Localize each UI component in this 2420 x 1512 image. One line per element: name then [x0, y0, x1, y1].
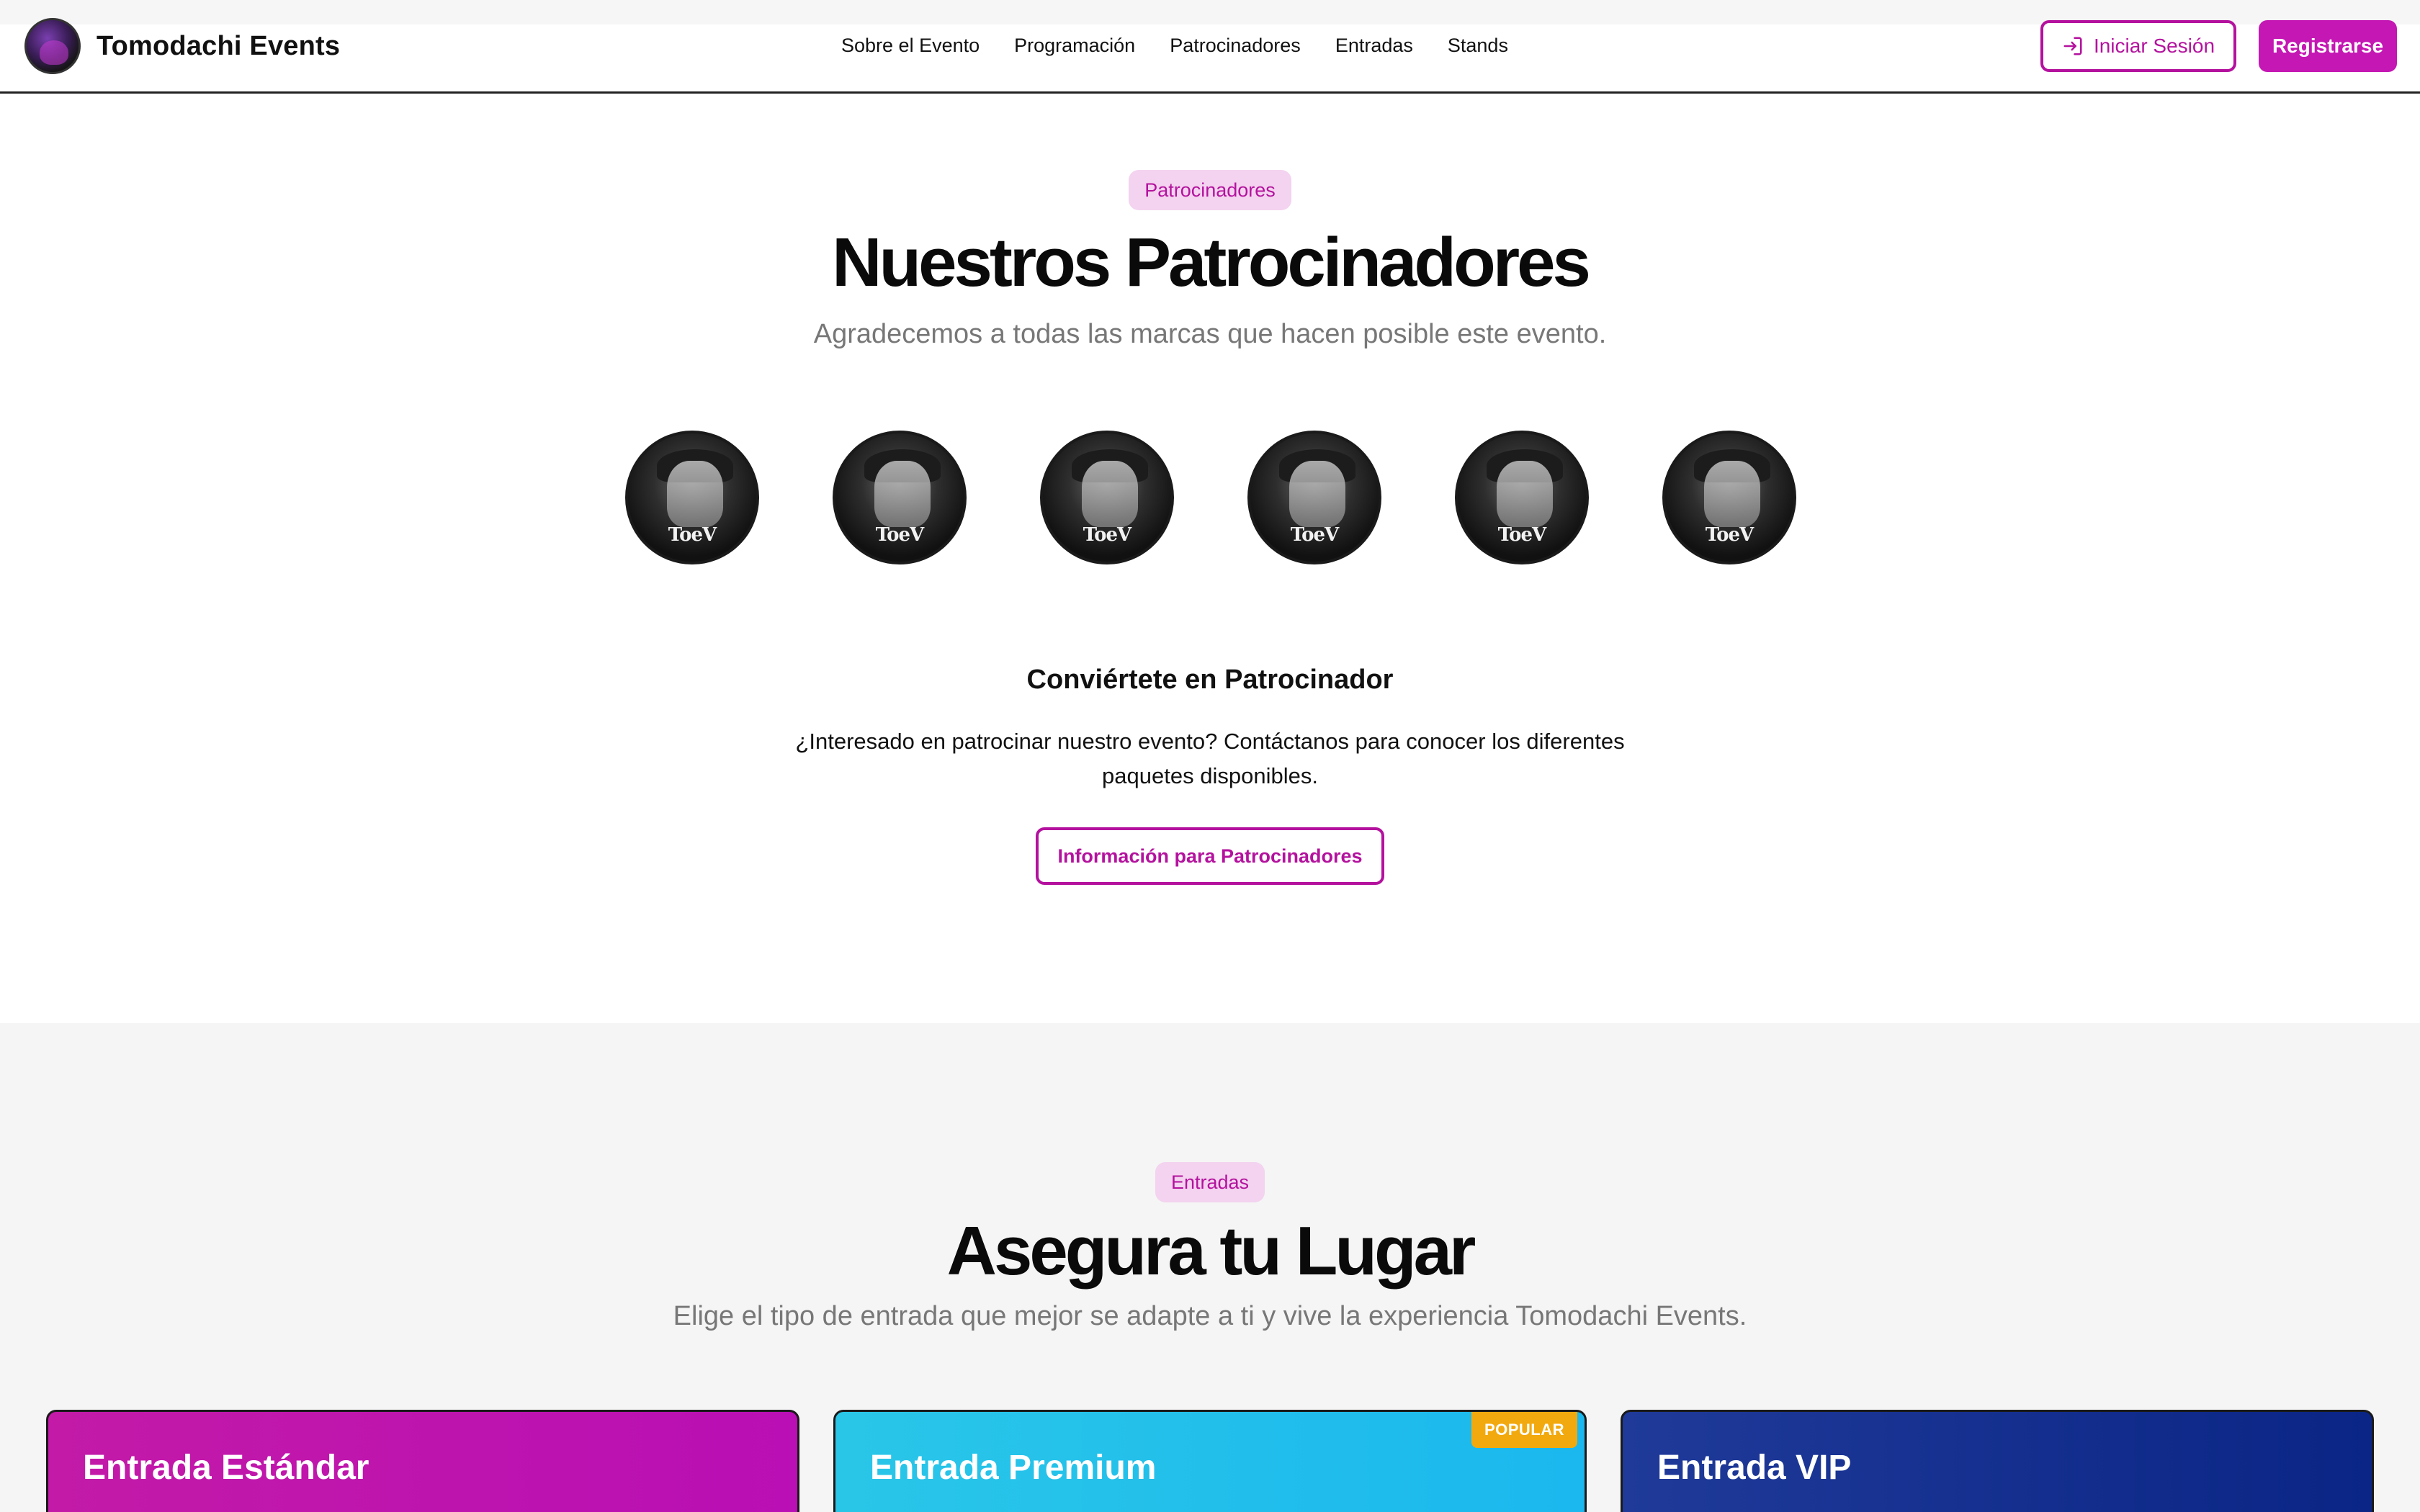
ticket-title-premium: Entrada Premium	[870, 1449, 1157, 1487]
sponsor-figure	[1497, 461, 1553, 527]
popular-badge: POPULAR	[1471, 1412, 1577, 1448]
tickets-subtitle: Elige el tipo de entrada que mejor se ad…	[673, 1301, 1747, 1331]
brand[interactable]: Tomodachi Events	[24, 18, 340, 74]
cta-text-line2: paquetes disponibles.	[1102, 763, 1318, 788]
nav-item-programacion[interactable]: Programación	[1014, 35, 1135, 57]
login-arrow-icon	[2063, 37, 2082, 55]
sponsors-subtitle: Agradecemos a todas las marcas que hacen…	[813, 319, 1607, 349]
login-label: Iniciar Sesión	[2093, 35, 2215, 57]
sponsor-info-label: Información para Patrocinadores	[1057, 845, 1363, 867]
sponsor-info-button[interactable]: Información para Patrocinadores	[1036, 827, 1384, 885]
sponsors-title: Nuestros Patrocinadores	[832, 224, 1591, 301]
ticket-title-vip: Entrada VIP	[1657, 1449, 1852, 1487]
sponsor-logos: ToeV ToeV ToeV ToeV ToeV ToeV	[625, 431, 1796, 564]
sponsor-logo-text: ToeV	[1083, 524, 1131, 546]
sponsor-figure	[667, 461, 723, 527]
tickets-pill: Entradas	[1155, 1162, 1265, 1202]
sponsor-figure	[874, 461, 931, 527]
ticket-card-standard[interactable]: Entrada Estándar	[46, 1410, 799, 1512]
sponsor-logo[interactable]: ToeV	[1662, 431, 1796, 564]
sponsor-logo-text: ToeV	[668, 524, 717, 546]
sponsor-logo[interactable]: ToeV	[1040, 431, 1174, 564]
sponsors-pill-wrap: Patrocinadores	[0, 170, 2420, 210]
register-label: Registrarse	[2272, 35, 2384, 57]
sponsor-logo-text: ToeV	[1705, 524, 1754, 546]
cta-title: Conviértete en Patrocinador	[1026, 665, 1394, 695]
sponsor-figure	[1704, 461, 1760, 527]
nav-item-stands[interactable]: Stands	[1448, 35, 1508, 57]
ticket-card-vip[interactable]: Entrada VIP	[1621, 1410, 2374, 1512]
brand-logo[interactable]	[24, 18, 81, 74]
sponsor-logo[interactable]: ToeV	[625, 431, 759, 564]
cta-text-line1: ¿Interesado en patrocinar nuestro evento…	[795, 729, 1625, 754]
sponsor-figure	[1082, 461, 1138, 527]
ticket-title-standard: Entrada Estándar	[83, 1449, 369, 1487]
sponsor-logo-text: ToeV	[875, 524, 924, 546]
sponsor-logo[interactable]: ToeV	[1455, 431, 1589, 564]
sponsor-logo-text: ToeV	[1290, 524, 1339, 546]
sponsor-logo[interactable]: ToeV	[1247, 431, 1381, 564]
tickets-title: Asegura tu Lugar	[946, 1212, 1476, 1290]
sponsor-figure	[1289, 461, 1345, 527]
main-nav: Sobre el Evento Programación Patrocinado…	[841, 29, 1508, 62]
sponsor-logo[interactable]: ToeV	[833, 431, 967, 564]
sponsors-pill: Patrocinadores	[1129, 170, 1291, 210]
ticket-card-premium[interactable]: POPULAR Entrada Premium	[833, 1410, 1587, 1512]
login-button[interactable]: Iniciar Sesión	[2040, 20, 2236, 72]
register-button[interactable]: Registrarse	[2259, 20, 2397, 72]
sponsor-logo-text: ToeV	[1497, 524, 1546, 546]
brand-name[interactable]: Tomodachi Events	[97, 31, 340, 62]
nav-item-entradas[interactable]: Entradas	[1335, 35, 1413, 57]
tickets-pill-wrap: Entradas	[0, 1162, 2420, 1202]
site-header: Tomodachi Events Sobre el Evento Program…	[0, 0, 2420, 94]
nav-item-patrocinadores[interactable]: Patrocinadores	[1170, 35, 1301, 57]
nav-item-sobre-el-evento[interactable]: Sobre el Evento	[841, 35, 980, 57]
